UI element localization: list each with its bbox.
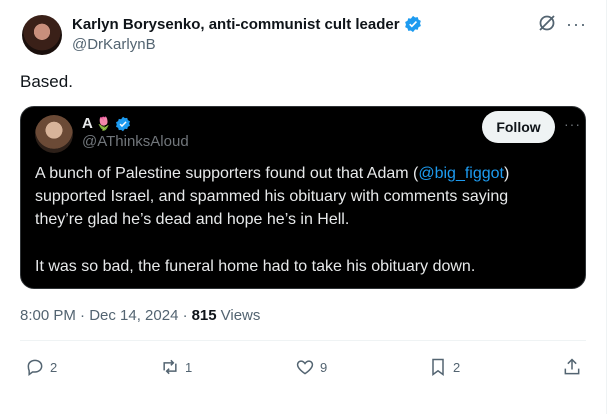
reply-button[interactable]: 2 (25, 357, 57, 377)
quoted-line-3: they’re glad he’s dead and hope he’s in … (35, 211, 350, 228)
quoted-line-1-end: ) (504, 165, 510, 182)
mention-link[interactable]: @big_figgot (418, 165, 504, 182)
like-count: 9 (320, 359, 328, 375)
bookmark-button[interactable]: 2 (428, 357, 460, 377)
reply-count: 2 (50, 359, 58, 375)
quoted-display-name[interactable]: A (82, 115, 93, 132)
quoted-line-1: A bunch of Palestine supporters found ou… (35, 162, 575, 185)
quoted-name-row[interactable]: A 🌷 (82, 115, 131, 132)
verified-badge-icon (404, 15, 421, 33)
repost-button[interactable]: 1 (160, 357, 192, 377)
repost-count: 1 (185, 359, 193, 375)
bookmark-icon (432, 358, 444, 376)
tweet-meta: 8:00 PM · Dec 14, 2024 · 815 Views (20, 307, 260, 324)
quoted-tweet[interactable]: A 🌷 @AThinksAloud Follow ··· A bunch of … (20, 106, 586, 289)
heart-icon (296, 360, 314, 375)
bookmark-count: 2 (453, 359, 461, 375)
divider (20, 340, 586, 341)
reply-icon (27, 359, 43, 376)
quoted-text: A bunch of Palestine supporters found ou… (35, 162, 575, 278)
quoted-line-1-text: A bunch of Palestine supporters found ou… (35, 165, 419, 182)
share-icon (564, 358, 580, 375)
tulip-emoji: 🌷 (95, 115, 113, 131)
tweet-text: Based. (20, 72, 73, 91)
views-label: Views (220, 307, 261, 324)
views-count: 815 (191, 307, 217, 324)
quoted-line-4: It was so bad, the funeral home had to t… (35, 258, 476, 275)
verified-badge-icon (116, 116, 131, 131)
right-border (606, 0, 607, 414)
quoted-handle[interactable]: @AThinksAloud (82, 133, 189, 150)
quoted-avatar[interactable] (35, 115, 73, 153)
quoted-line-2: supported Israel, and spammed his obitua… (35, 188, 509, 205)
author-name-row[interactable]: Karlyn Borysenko, anti-communist cult le… (72, 15, 422, 33)
author-display-name[interactable]: Karlyn Borysenko, anti-communist cult le… (72, 16, 400, 33)
timestamp[interactable]: 8:00 PM · Dec 14, 2024 · (20, 307, 188, 324)
quoted-more-icon[interactable]: ··· (564, 116, 581, 132)
follow-button[interactable]: Follow (482, 111, 555, 143)
author-handle[interactable]: @DrKarlynB (72, 36, 156, 53)
repost-icon (163, 359, 177, 375)
like-button[interactable]: 9 (295, 357, 327, 377)
grok-icon[interactable] (537, 13, 557, 33)
more-options-icon[interactable]: ··· (566, 14, 587, 35)
author-avatar[interactable] (22, 15, 62, 55)
share-button[interactable] (562, 357, 582, 377)
